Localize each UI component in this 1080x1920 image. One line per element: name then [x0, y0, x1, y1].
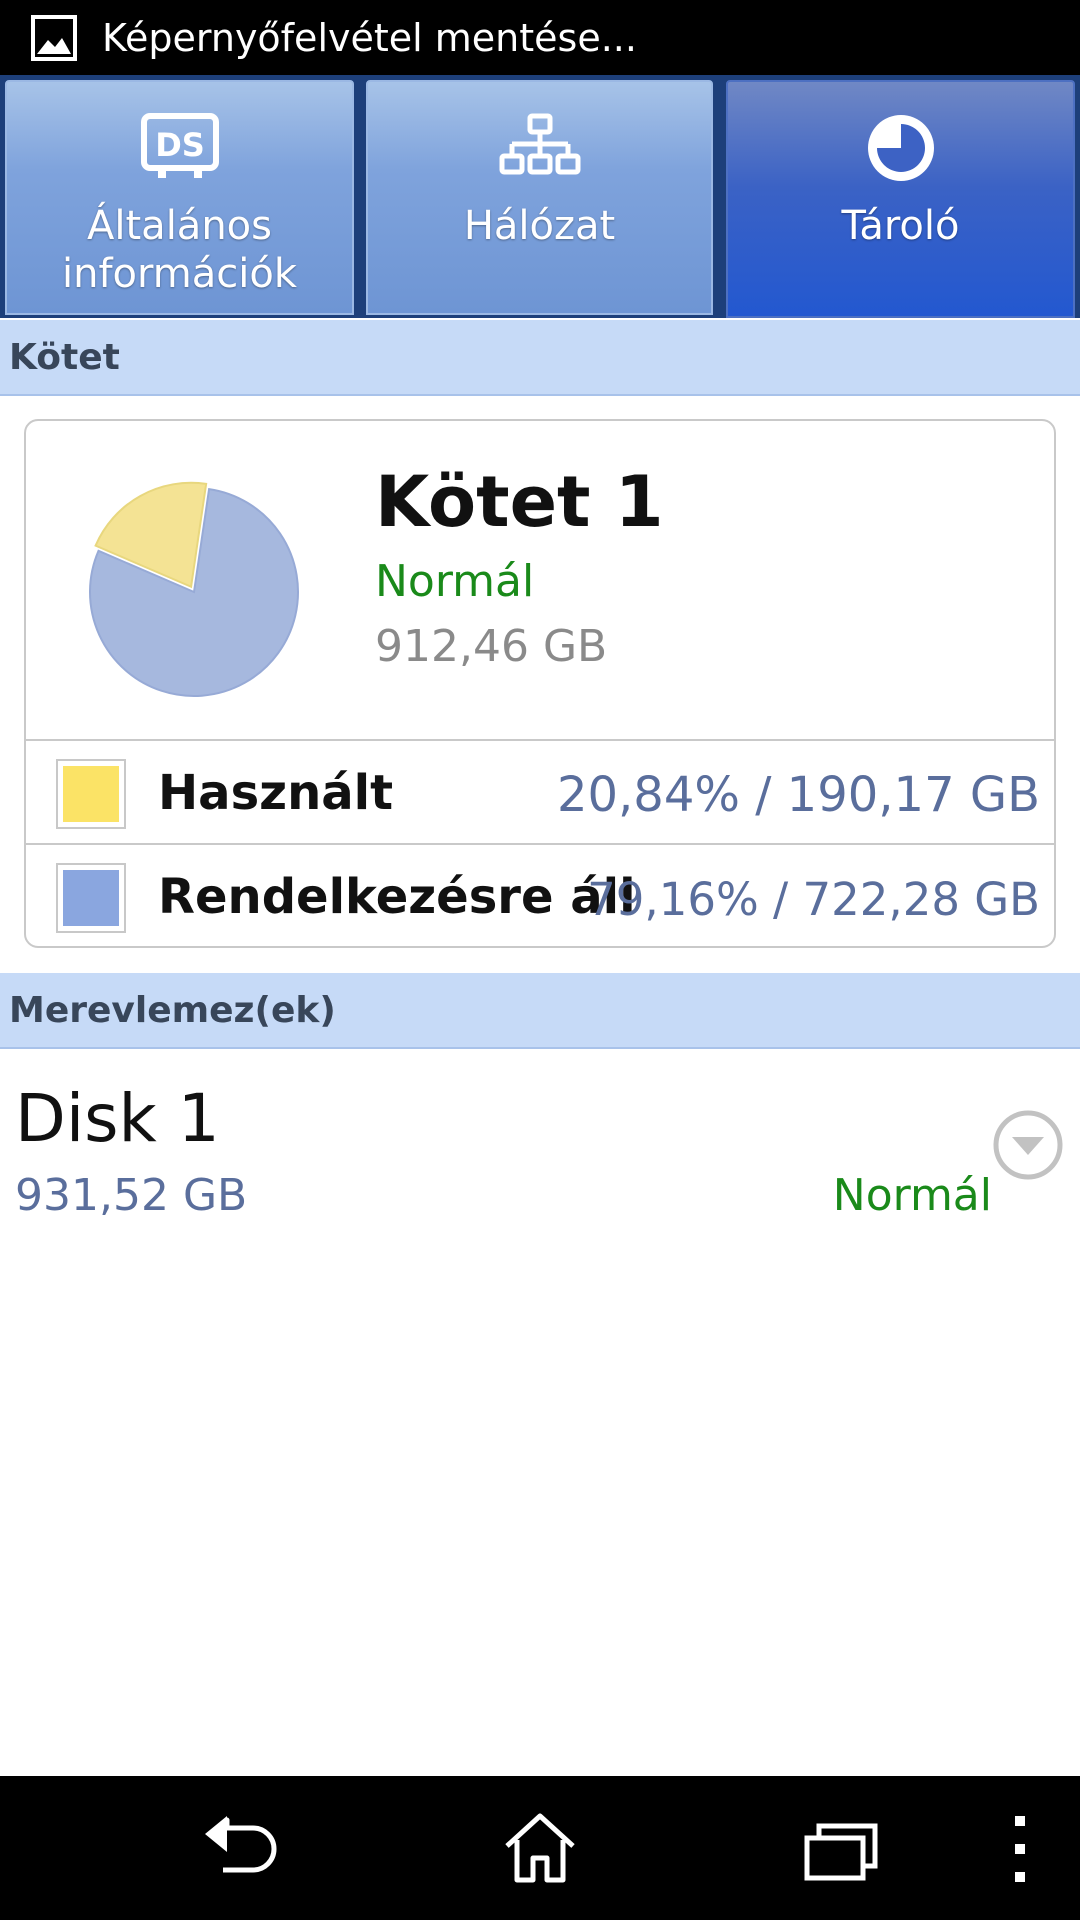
volume-summary: Kötet 1 Normál 912,46 GB [26, 421, 1054, 741]
tab-storage[interactable]: Tároló [726, 80, 1075, 318]
ds-icon: DS [140, 113, 219, 178]
disk-size: 931,52 GB [15, 1170, 248, 1221]
legend-row-available: Rendelkezésre áll 79,16% / 722,28 GB [26, 845, 1054, 946]
tab-storage-label: Tároló [841, 203, 960, 249]
usage-pie-chart [89, 481, 299, 697]
overflow-menu-icon[interactable] [975, 1804, 1065, 1894]
screen: Képernyőfelvétel mentése... DS Általános… [0, 0, 1080, 1920]
used-swatch-fill [63, 766, 119, 822]
legend-row-used: Használt 20,84% / 190,17 GB [26, 741, 1054, 845]
tab-bar: DS Általános információk Hálózat Tároló [0, 75, 1080, 393]
tab-general-info[interactable]: DS Általános információk [5, 80, 354, 315]
disk-section-header: Merevlemez(ek) [0, 973, 1080, 1049]
recent-apps-icon[interactable] [795, 1804, 885, 1894]
legend-label-used: Használt [158, 765, 394, 821]
volume-status: Normál [375, 556, 535, 607]
home-icon[interactable] [495, 1804, 585, 1894]
back-icon[interactable] [195, 1804, 285, 1894]
volume-section-header: Kötet [0, 320, 1080, 396]
disk-list-item[interactable]: Disk 1 931,52 GB Normál [0, 1050, 1080, 1230]
volume-name: Kötet 1 [375, 461, 664, 543]
available-color-swatch [56, 863, 126, 933]
image-icon [31, 14, 77, 61]
status-notification-text: Képernyőfelvétel mentése... [102, 15, 637, 60]
svg-text:DS: DS [155, 126, 205, 164]
disk-status: Normál [832, 1170, 992, 1221]
tab-general-info-label: Általános információk [62, 203, 297, 297]
tab-network[interactable]: Hálózat [366, 80, 713, 315]
legend-value-available: 79,16% / 722,28 GB [587, 873, 1040, 926]
volume-card[interactable]: Kötet 1 Normál 912,46 GB Használt 20,84%… [24, 419, 1056, 948]
navigation-bar [0, 1776, 1080, 1920]
tab-network-label: Hálózat [463, 203, 616, 249]
used-color-swatch [56, 759, 126, 829]
volume-size: 912,46 GB [375, 621, 608, 672]
network-icon [499, 113, 580, 175]
legend-value-used: 20,84% / 190,17 GB [556, 767, 1040, 823]
pie-chart-icon [867, 115, 934, 181]
status-bar: Képernyőfelvétel mentése... [0, 0, 1080, 75]
disk-name: Disk 1 [15, 1080, 220, 1157]
legend-label-available: Rendelkezésre áll [158, 869, 636, 925]
chevron-down-circle-icon[interactable] [992, 1109, 1064, 1181]
available-swatch-fill [63, 870, 119, 926]
